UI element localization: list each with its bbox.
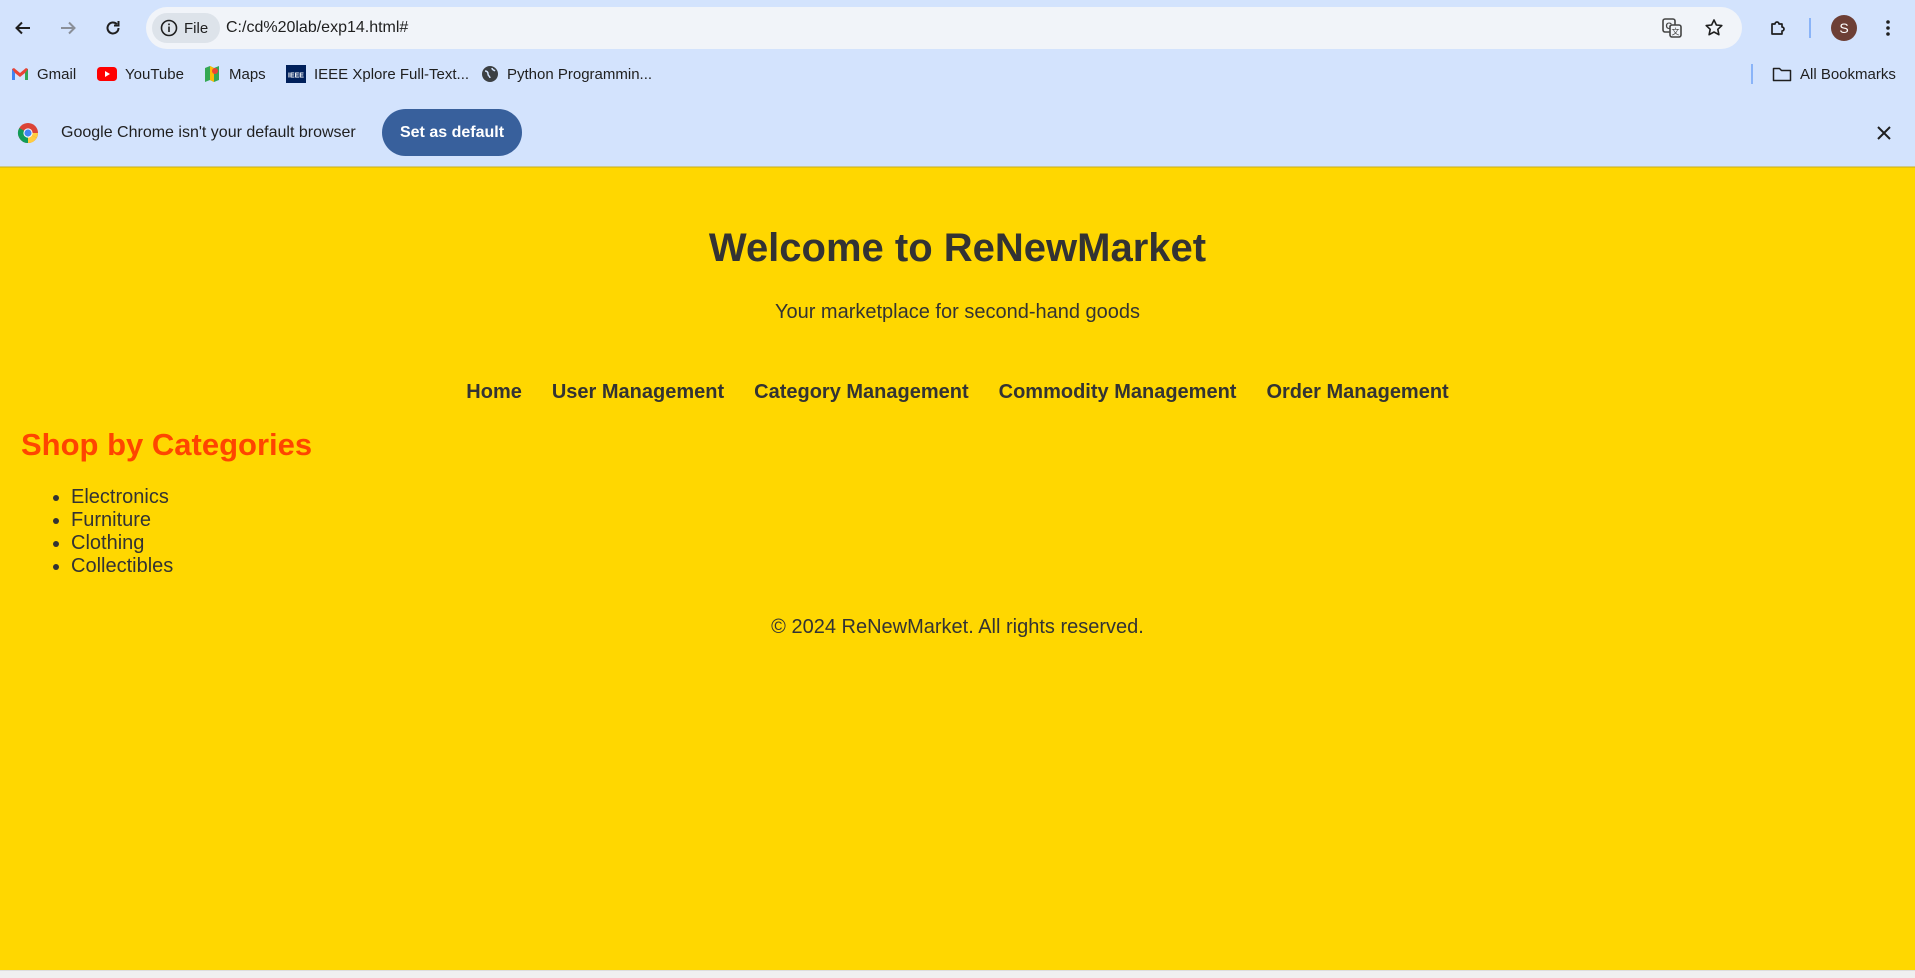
bookmarks-divider — [1751, 64, 1753, 84]
bookmark-maps[interactable]: Maps — [203, 58, 266, 90]
bookmark-label: Gmail — [37, 65, 77, 83]
bookmark-label: YouTube — [125, 65, 184, 83]
page-title: Welcome to ReNewMarket — [708, 226, 1207, 270]
profile-avatar[interactable]: S — [1831, 15, 1857, 41]
info-icon — [160, 19, 178, 37]
arrow-left-icon — [15, 21, 30, 35]
nav-link-category-management[interactable]: Category Management — [754, 381, 969, 404]
default-browser-infobar: Google Chrome isn't your default browser — [0, 100, 1915, 166]
bookmark-gmail[interactable]: Gmail — [11, 58, 76, 90]
kebab-menu-icon — [1886, 20, 1890, 36]
extensions-button[interactable] — [1762, 12, 1794, 44]
back-button[interactable] — [7, 12, 39, 44]
folder-icon — [1772, 67, 1792, 82]
all-bookmarks-button[interactable]: All Bookmarks — [1772, 58, 1896, 90]
category-item: Collectibles — [71, 555, 173, 578]
site-info-chip[interactable]: File — [152, 13, 221, 43]
nav-link-commodity-management[interactable]: Commodity Management — [999, 381, 1237, 404]
star-icon — [1705, 19, 1723, 36]
browser-chrome: File C:/cd%20lab/exp14.html# G文 S Gmail … — [0, 0, 1915, 167]
puzzle-icon — [1771, 21, 1785, 35]
gmail-icon — [12, 68, 28, 80]
main-navigation: Home User Management Category Management… — [0, 381, 1915, 404]
address-bar[interactable]: File C:/cd%20lab/exp14.html# G文 — [146, 7, 1742, 49]
arrow-right-icon — [61, 21, 76, 35]
page-footer: © 2024 ReNewMarket. All rights reserved. — [771, 616, 1144, 638]
youtube-icon — [97, 67, 117, 81]
bookmark-python[interactable]: Python Programmin... — [481, 58, 652, 90]
nav-link-user-management[interactable]: User Management — [552, 381, 724, 404]
chrome-menu-button[interactable] — [1872, 12, 1904, 44]
categories-list: Electronics Furniture Clothing Collectib… — [21, 486, 173, 578]
globe-icon — [482, 66, 498, 82]
chrome-logo-icon — [17, 123, 39, 144]
nav-link-home[interactable]: Home — [466, 381, 522, 404]
bookmark-label: Python Programmin... — [507, 65, 653, 83]
site-chip-label: File — [184, 19, 209, 37]
bookmark-youtube[interactable]: YouTube — [97, 58, 184, 90]
category-item: Clothing — [71, 532, 173, 555]
bookmark-label: IEEE Xplore Full-Text... — [314, 65, 470, 83]
toolbar-divider — [1809, 18, 1811, 38]
bookmark-star-button[interactable] — [1702, 16, 1726, 40]
translate-button[interactable]: G文 — [1660, 16, 1684, 40]
infobar-message: Google Chrome isn't your default browser — [61, 124, 356, 141]
svg-text:IEEE: IEEE — [288, 73, 304, 80]
reload-button[interactable] — [97, 12, 129, 44]
translate-icon: G文 — [1662, 18, 1682, 38]
bookmarks-bar: Gmail YouTube Maps IEEE IEEE Xplore Full… — [0, 58, 1915, 90]
page-content: Welcome to ReNewMarket Your marketplace … — [0, 168, 1915, 970]
category-item: Electronics — [71, 486, 173, 509]
bookmark-ieee[interactable]: IEEE IEEE Xplore Full-Text... — [286, 58, 469, 90]
close-icon — [1877, 126, 1891, 140]
url-text[interactable]: C:/cd%20lab/exp14.html# — [226, 7, 408, 49]
category-item: Furniture — [71, 509, 173, 532]
nav-link-order-management[interactable]: Order Management — [1266, 381, 1448, 404]
bookmark-label: Maps — [229, 65, 266, 83]
maps-icon — [205, 66, 219, 82]
reload-icon — [106, 21, 120, 35]
svg-text:文: 文 — [1672, 27, 1680, 37]
infobar-close-button[interactable] — [1870, 119, 1898, 147]
ieee-icon: IEEE — [286, 65, 306, 83]
categories-heading: Shop by Categories — [21, 427, 313, 462]
browser-toolbar: File C:/cd%20lab/exp14.html# G文 S — [0, 0, 1915, 56]
set-as-default-button[interactable]: Set as default — [382, 109, 522, 156]
all-bookmarks-label: All Bookmarks — [1800, 65, 1896, 83]
page-tagline: Your marketplace for second-hand goods — [774, 301, 1141, 323]
forward-button[interactable] — [52, 12, 84, 44]
